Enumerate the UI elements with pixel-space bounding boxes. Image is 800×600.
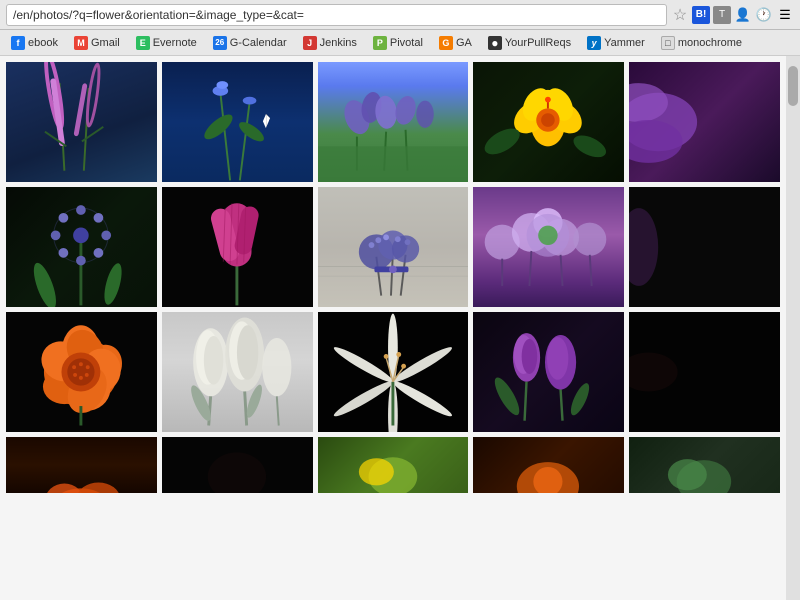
photo-r2c4[interactable] [473, 187, 624, 307]
photo-r4c2[interactable] [162, 437, 313, 493]
flower-r2c3-svg [318, 187, 469, 307]
bookmark-evernote[interactable]: E Evernote [131, 35, 202, 51]
flower-r3c3-svg [318, 312, 469, 432]
flower-r4c1-svg [6, 437, 157, 493]
bookmark-pivotal[interactable]: P Pivotal [368, 35, 428, 51]
flower-r4c4-svg [473, 437, 624, 493]
bookmark-ga[interactable]: G GA [434, 35, 477, 51]
photo-grid-area [0, 56, 800, 600]
bookmarks-bar: f ebook M Gmail E Evernote 26 G-Calendar… [0, 30, 800, 56]
photo-r4c4[interactable] [473, 437, 624, 493]
photo-r2c5[interactable] [629, 187, 780, 307]
bookmark-ga-label: GA [456, 37, 472, 49]
photo-r3c2[interactable] [162, 312, 313, 432]
photo-r4c1[interactable] [6, 437, 157, 493]
clock-icon[interactable]: 🕐 [755, 6, 773, 24]
bookmark-facebook-label: ebook [28, 37, 58, 49]
hatena-bookmark-icon[interactable]: B! [692, 6, 710, 24]
flower-r4c2-svg [162, 437, 313, 493]
bookmark-github[interactable]: ● YourPullReqs [483, 35, 576, 51]
gcalendar-icon: 26 [213, 36, 227, 50]
pivotal-icon: P [373, 36, 387, 50]
photo-r1c4[interactable] [473, 62, 624, 182]
address-bar-row: /en/photos/?q=flower&orientation=&image_… [0, 0, 800, 30]
evernote-icon: E [136, 36, 150, 50]
bookmark-jenkins[interactable]: J Jenkins [298, 35, 362, 51]
flower-r1c1-svg [6, 62, 157, 182]
flower-r1c4-svg [473, 62, 624, 182]
bookmark-monochrome-label: monochrome [678, 37, 742, 49]
photo-r3c3[interactable] [318, 312, 469, 432]
photo-r3c1[interactable] [6, 312, 157, 432]
photo-r4c5[interactable] [629, 437, 780, 493]
photo-r2c2[interactable] [162, 187, 313, 307]
bookmark-gcalendar[interactable]: 26 G-Calendar [208, 35, 292, 51]
scrollbar-thumb[interactable] [788, 66, 798, 106]
tag-icon[interactable]: T [713, 6, 731, 24]
monochrome-icon: □ [661, 36, 675, 50]
facebook-icon: f [11, 36, 25, 50]
bookmark-gmail[interactable]: M Gmail [69, 35, 125, 51]
photo-r3c5[interactable] [629, 312, 780, 432]
flower-r3c1-svg [6, 312, 157, 432]
user-icon[interactable]: 👤 [734, 6, 752, 24]
bookmark-pivotal-label: Pivotal [390, 37, 423, 49]
toolbar-icons: ☆ B! T 👤 🕐 ☰ [671, 6, 794, 24]
photo-r1c5[interactable] [629, 62, 780, 182]
gmail-icon: M [74, 36, 88, 50]
flower-r1c5-svg [629, 62, 780, 182]
flower-r2c2-svg [162, 187, 313, 307]
photo-r2c3[interactable] [318, 187, 469, 307]
bookmark-facebook[interactable]: f ebook [6, 35, 63, 51]
flower-r2c1-svg [6, 187, 157, 307]
scrollbar[interactable] [786, 56, 800, 600]
bookmark-yammer-label: Yammer [604, 37, 645, 49]
bookmark-star-icon[interactable]: ☆ [671, 6, 689, 24]
jenkins-icon: J [303, 36, 317, 50]
flower-r2c5-svg [629, 187, 780, 307]
photo-r1c1[interactable] [6, 62, 157, 182]
flower-r3c5-svg [629, 312, 780, 432]
yammer-icon: y [587, 36, 601, 50]
flower-r3c4-svg [473, 312, 624, 432]
photo-r1c2[interactable] [162, 62, 313, 182]
flower-r2c4-svg [473, 187, 624, 307]
bookmark-monochrome[interactable]: □ monochrome [656, 35, 747, 51]
photo-r1c3[interactable] [318, 62, 469, 182]
ga-icon: G [439, 36, 453, 50]
bookmark-yammer[interactable]: y Yammer [582, 35, 650, 51]
photo-r4c3[interactable] [318, 437, 469, 493]
bookmark-gmail-label: Gmail [91, 37, 120, 49]
menu-icon[interactable]: ☰ [776, 6, 794, 24]
browser-chrome: /en/photos/?q=flower&orientation=&image_… [0, 0, 800, 56]
flower-r1c2-svg [162, 62, 313, 182]
address-bar[interactable]: /en/photos/?q=flower&orientation=&image_… [6, 4, 667, 26]
url-text: /en/photos/?q=flower&orientation=&image_… [13, 8, 304, 22]
flower-r4c5-svg [629, 437, 780, 493]
github-icon: ● [488, 36, 502, 50]
photo-r3c4[interactable] [473, 312, 624, 432]
bookmark-gcalendar-label: G-Calendar [230, 37, 287, 49]
photo-r2c1[interactable] [6, 187, 157, 307]
bookmark-evernote-label: Evernote [153, 37, 197, 49]
flower-r1c3-svg [318, 62, 469, 182]
flower-r3c2-svg [162, 312, 313, 432]
bookmark-jenkins-label: Jenkins [320, 37, 357, 49]
bookmark-github-label: YourPullReqs [505, 37, 571, 49]
flower-r4c3-svg [318, 437, 469, 493]
